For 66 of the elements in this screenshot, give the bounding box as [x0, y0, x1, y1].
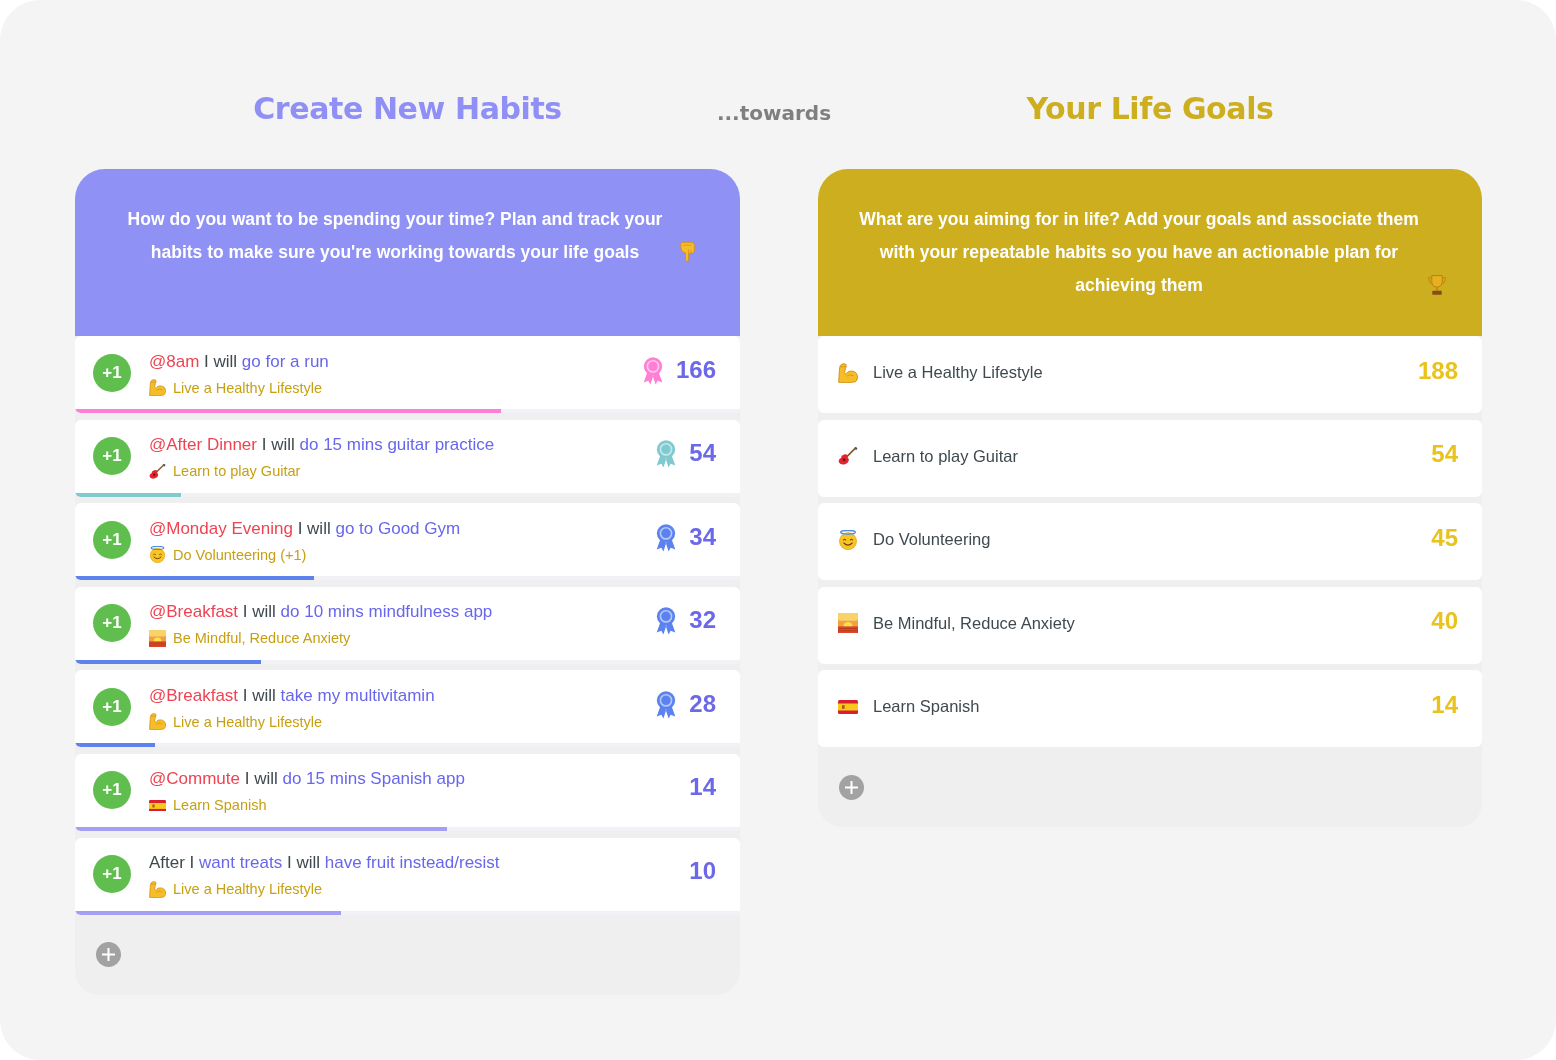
habit-count: 28 — [689, 689, 716, 718]
sunrise-icon — [838, 613, 858, 634]
goal-name: Learn to play Guitar — [173, 462, 301, 481]
goal-card[interactable]: Live a Healthy Lifestyle 188 — [818, 336, 1482, 413]
goal-count: 188 — [1417, 356, 1458, 385]
flag-icon — [149, 799, 166, 812]
habit-sentence: @Breakfast I will do 10 mins mindfulness app — [149, 601, 493, 624]
add-button[interactable] — [96, 942, 121, 968]
panel-description: What are you aiming for in life? Add your goals and associate them with your repeatable habits so you have an actionable plan for achieving them — [858, 208, 1420, 297]
habit-card[interactable]: +1 @Breakfast I will take my multivitamin Live a Healthy Lifestyle 28 — [75, 670, 740, 748]
habit-count: 32 — [689, 606, 716, 635]
smiley-halo-icon — [149, 546, 166, 564]
habit-count: 34 — [689, 522, 716, 551]
habit-sentence: @8am I will go for a run — [149, 350, 329, 373]
goal-count: 40 — [1431, 607, 1458, 636]
goal-name: Live a Healthy Lifestyle — [173, 880, 323, 899]
section-heading: Create New Habits — [253, 90, 562, 126]
plus-icon — [845, 780, 858, 794]
habit-sentence: @Commute I will do 15 mins Spanish app — [149, 768, 465, 791]
goal-name: Learn Spanish — [173, 796, 267, 815]
flexed-arm-icon — [149, 880, 166, 898]
plus-icon — [102, 948, 115, 962]
goal-count: 45 — [1431, 523, 1458, 552]
habit-card[interactable]: +1 @After Dinner I will do 15 mins guitar practice Learn to play Guitar 54 — [75, 419, 740, 497]
goal-name: Be Mindful, Reduce Anxiety — [873, 613, 1076, 633]
flexed-arm-icon — [838, 362, 858, 383]
sunrise-icon — [149, 629, 166, 647]
connector-text: ...towards — [716, 101, 832, 125]
goal-card[interactable]: Learn Spanish 14 — [818, 670, 1482, 748]
goal-count: 14 — [1431, 690, 1458, 719]
goal-name: Be Mindful, Reduce Anxiety — [173, 629, 351, 648]
habit-card[interactable]: +1 @Commute I will do 15 mins Spanish app Learn Spanish 14 — [75, 753, 740, 831]
guitar-icon — [838, 446, 858, 467]
habit-sentence: @Monday Evening I will go to Good Gym — [149, 517, 461, 540]
goal-card[interactable]: Learn to play Guitar 54 — [818, 419, 1482, 497]
guitar-icon — [149, 462, 166, 480]
pointing-down-hand-icon — [680, 242, 695, 262]
habit-sentence: After I want treats I will have fruit instead/resist — [149, 852, 500, 875]
goal-name: Learn Spanish — [873, 697, 981, 717]
habit-count: 14 — [689, 773, 716, 802]
habit-sentence: @Breakfast I will take my multivitamin — [149, 684, 435, 707]
smiley-halo-icon — [838, 529, 858, 550]
panel-description: How do you want to be spending your time? Plan and track your habits to make sure you're working towards your life goals — [126, 208, 664, 264]
goal-card[interactable]: Do Volunteering 45 — [818, 503, 1482, 581]
goal-name: Live a Healthy Lifestyle — [173, 378, 323, 397]
habit-count: 54 — [689, 439, 716, 468]
habit-card[interactable]: +1 @8am I will go for a run Live a Healthy Lifestyle 166 — [75, 336, 740, 413]
habit-sentence: @After Dinner I will do 15 mins guitar practice — [149, 434, 495, 457]
goal-name: Live a Healthy Lifestyle — [173, 712, 323, 731]
goal-card[interactable]: Be Mindful, Reduce Anxiety 40 — [818, 586, 1482, 664]
flexed-arm-icon — [149, 713, 166, 731]
goal-count: 54 — [1431, 440, 1458, 469]
goal-name: Do Volunteering (+1) — [173, 545, 307, 564]
goal-name: Learn to play Guitar — [873, 446, 1019, 466]
habit-card[interactable]: +1 After I want treats I will have fruit instead/resist Live a Healthy Lifestyle 10 — [75, 837, 740, 915]
goal-name: Do Volunteering — [873, 530, 992, 550]
flexed-arm-icon — [149, 379, 166, 396]
habit-card[interactable]: +1 @Monday Evening I will go to Good Gym Do Volunteering (+1) 34 — [75, 503, 740, 581]
habit-count: 166 — [675, 355, 716, 384]
flag-icon — [838, 699, 858, 714]
goal-name: Live a Healthy Lifestyle — [873, 363, 1044, 382]
section-heading: Your Life Goals — [1026, 90, 1274, 126]
habit-card[interactable]: +1 @Breakfast I will do 10 mins mindfulness app Be Mindful, Reduce Anxiety 32 — [75, 586, 740, 664]
habit-count: 10 — [689, 857, 716, 886]
add-button[interactable] — [839, 774, 864, 800]
trophy-icon — [1428, 275, 1446, 295]
